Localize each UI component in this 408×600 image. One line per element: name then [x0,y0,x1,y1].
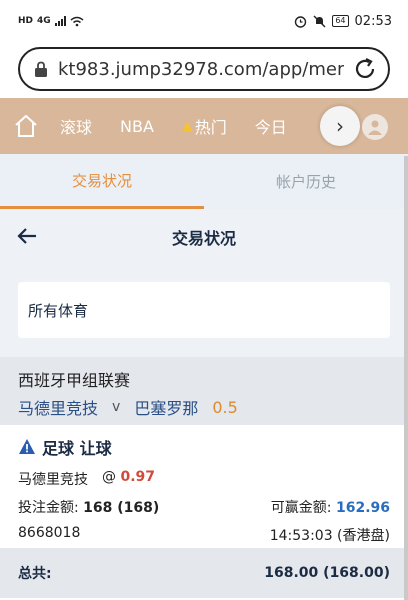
top-nav: 滚球 NBA ▲ 热门 今日 › [0,98,408,154]
stake: 投注金额: 168 (168) [18,497,159,517]
scrollbar[interactable] [404,156,408,600]
chevron-right-icon: › [336,114,344,138]
page-title: 交易状况 [171,229,236,248]
stake-value: 168 (168) [83,500,160,516]
alarm-icon [295,15,307,28]
filter-area: 所有体育 [0,265,408,357]
status-right: 64 02:53 [294,14,392,29]
total-row: 总共: 168.00 (168.00) [0,548,408,598]
user-avatar[interactable] [362,114,388,140]
vs-label: v [112,399,121,415]
pick-row: 马德里竞技 @ 0.97 [18,469,390,489]
sport-filter-select[interactable]: 所有体育 [18,282,390,338]
total-label: 总共: [18,566,52,582]
browser-toolbar: kt983.jump32978.com/app/memb [0,42,408,98]
bet-detail: 足球 让球 马德里竞技 @ 0.97 投注金额: 168 (168) 可赢金额:… [0,425,408,548]
network-type: 4G [37,16,51,26]
hd-badge: HD [18,16,34,26]
url-text[interactable]: kt983.jump32978.com/app/memb [58,59,344,80]
signal-icon [54,16,66,26]
tab-account-history[interactable]: 帐户历史 [204,154,408,209]
away-team: 巴塞罗那 [134,399,199,418]
bet-type-label: 足球 让球 [42,439,112,458]
league-name: 西班牙甲组联赛 [18,371,131,390]
ticket-id: 8668018 [18,525,81,541]
nav-scroll-right-button[interactable]: › [320,106,360,146]
tab-bar: 交易状况 帐户历史 [0,154,408,209]
at-sign: @ [102,469,116,485]
lock-icon [35,61,47,77]
user-icon [368,120,382,135]
clock: 02:53 [354,13,392,29]
bet-header: 西班牙甲组联赛 马德里竞技 v 巴塞罗那 0.5 [0,357,408,425]
mute-icon [313,15,326,27]
win-value: 162.96 [335,500,390,516]
nav-item-hot-label: 热门 [194,118,227,137]
amount-row: 投注金额: 168 (168) 可赢金额: 162.96 [18,497,390,517]
status-left: HD 4G [18,16,84,27]
reload-icon[interactable] [352,56,378,82]
total-value: 168.00 (168.00) [264,565,390,581]
bet-type: 足球 让球 [18,435,390,459]
status-bar: HD 4G 64 02:53 [0,0,408,42]
pick-team: 马德里竞技 [18,472,88,488]
match-info: 马德里竞技 v 巴塞罗那 0.5 [18,395,390,419]
win-label: 可赢金额: [270,500,332,516]
bet-time: 14:53:03 (香港盘) [269,528,390,544]
address-bar[interactable]: kt983.jump32978.com/app/memb [18,47,390,91]
handicap-value: 0.5 [212,397,238,417]
battery-icon: 64 [332,15,349,27]
stake-label: 投注金额: [18,500,79,516]
page-header: 交易状况 [0,209,408,265]
nav-item-today[interactable]: 今日 [255,114,287,138]
wifi-icon [70,16,84,26]
flame-icon: ▲ [181,118,193,134]
ticket-row: 8668018 14:53:03 (香港盘) [18,525,390,545]
warning-icon [19,439,35,454]
nav-item-live[interactable]: 滚球 [60,114,92,138]
odds-block: @ 0.97 [102,469,155,489]
tab-transactions[interactable]: 交易状况 [0,154,204,209]
home-team: 马德里竞技 [18,399,99,418]
nav-item-hot[interactable]: ▲ 热门 [182,114,227,138]
potential-win: 可赢金额: 162.96 [271,497,390,517]
home-icon[interactable] [12,112,40,140]
back-arrow-icon[interactable] [16,225,38,247]
odds-value: 0.97 [120,469,155,485]
nav-item-nba[interactable]: NBA [120,117,154,136]
